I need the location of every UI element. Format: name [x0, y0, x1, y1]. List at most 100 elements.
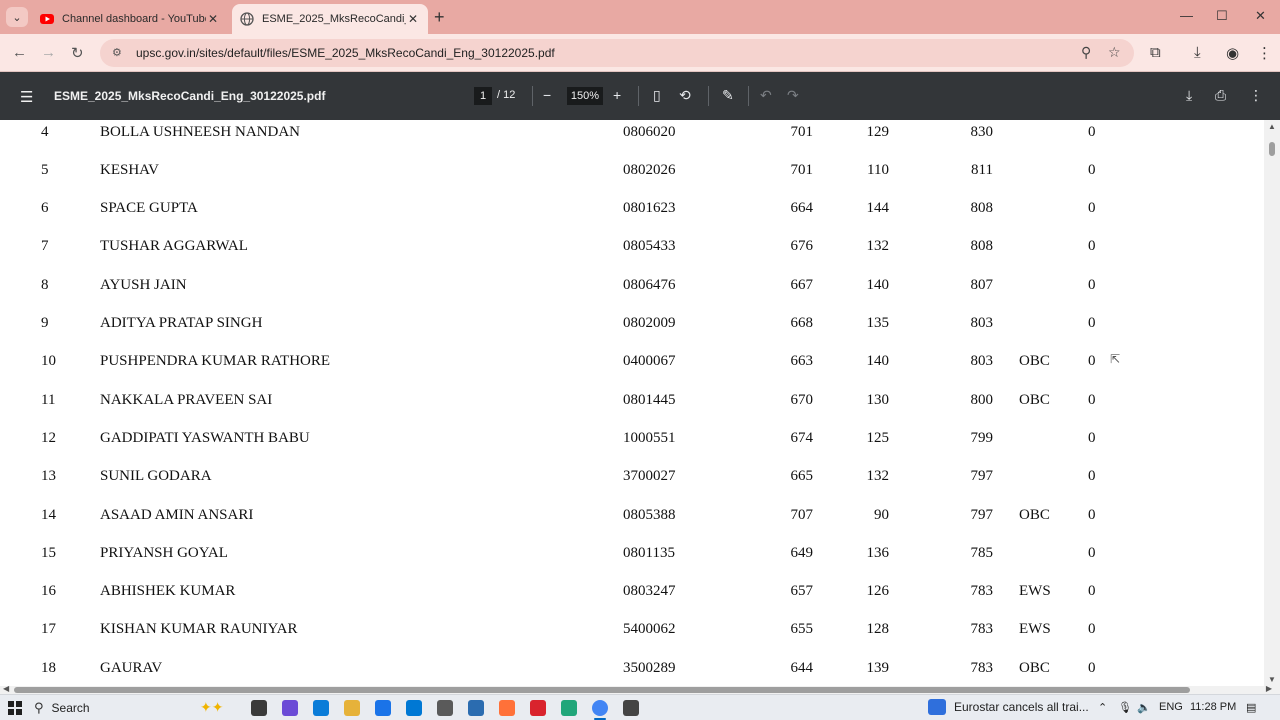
zoom-out-icon[interactable]: −: [543, 87, 551, 103]
download-icon[interactable]: ⤓: [1186, 87, 1192, 104]
print-icon[interactable]: ⎙: [1215, 87, 1226, 104]
tab-search-button[interactable]: ⌄: [6, 7, 28, 27]
zoom-level-input[interactable]: 150%: [567, 87, 603, 105]
pwd-cell: 0: [1088, 238, 1096, 254]
downloads-icon[interactable]: ⤓: [1194, 44, 1201, 61]
pwd-cell: 0: [1088, 583, 1096, 599]
zoom-in-icon[interactable]: +: [613, 87, 621, 103]
bookmark-star-icon[interactable]: ☆: [1108, 44, 1121, 61]
outlook-icon[interactable]: [375, 700, 391, 716]
copilot-icon[interactable]: [282, 700, 298, 716]
tab-youtube-studio[interactable]: Channel dashboard - YouTube Studio ✕: [32, 4, 228, 34]
interview-marks-cell: 132: [866, 468, 890, 484]
total-marks-cell: 797: [970, 507, 994, 523]
interview-marks-cell: 135: [866, 315, 890, 331]
rank-cell: 14: [41, 507, 56, 523]
sidebar-menu-icon[interactable]: ☰: [20, 88, 33, 106]
address-bar[interactable]: ⚙ upsc.gov.in/sites/default/files/ESME_2…: [100, 39, 1134, 67]
scrollbar-thumb[interactable]: [14, 687, 1190, 693]
file-explorer-icon[interactable]: [344, 700, 360, 716]
pwd-cell: 0: [1088, 621, 1096, 637]
profile-avatar[interactable]: ◉: [1226, 44, 1239, 62]
zoom-magnifier-icon[interactable]: ⚲: [1081, 44, 1091, 61]
scrollbar-thumb[interactable]: [1269, 142, 1275, 156]
chrome-icon[interactable]: [592, 700, 608, 716]
interview-marks-cell: 128: [866, 621, 890, 637]
language-indicator[interactable]: ENG: [1159, 701, 1183, 713]
url-text: upsc.gov.in/sites/default/files/ESME_202…: [136, 46, 555, 60]
taskbar-search[interactable]: ⚲ Search ✦✦: [34, 698, 234, 718]
rank-cell: 7: [41, 238, 49, 254]
rank-cell: 17: [41, 621, 56, 637]
interview-marks-cell: 132: [866, 238, 890, 254]
roll-number-cell: 0806476: [623, 277, 676, 293]
more-options-icon[interactable]: ⋮: [1249, 87, 1263, 104]
page-number-input[interactable]: 1: [474, 87, 492, 105]
settings-icon[interactable]: [623, 700, 639, 716]
windows-start-icon[interactable]: [8, 701, 22, 715]
notifications-icon[interactable]: ▤: [1246, 701, 1256, 714]
rank-cell: 13: [41, 468, 56, 484]
volume-icon[interactable]: 🔈: [1137, 701, 1151, 714]
redo-icon[interactable]: ↷: [787, 87, 799, 104]
back-icon[interactable]: ←: [12, 44, 27, 61]
undo-icon[interactable]: ↶: [760, 87, 772, 104]
pwd-cell: 0: [1088, 660, 1096, 676]
horizontal-scrollbar[interactable]: ◀ ▶: [0, 684, 1280, 694]
category-cell: EWS: [1019, 621, 1051, 637]
edge-icon[interactable]: [313, 700, 329, 716]
close-window-icon[interactable]: ✕: [1255, 8, 1266, 24]
written-marks-cell: 664: [790, 200, 814, 216]
scroll-right-icon[interactable]: ▶: [1266, 684, 1272, 693]
written-marks-cell: 657: [790, 583, 814, 599]
new-tab-button[interactable]: +: [434, 8, 445, 26]
app-icon[interactable]: [406, 700, 422, 716]
vertical-scrollbar[interactable]: ▲ ▼: [1264, 120, 1280, 686]
news-widget[interactable]: Eurostar cancels all trai...: [928, 699, 1089, 715]
interview-marks-cell: 136: [866, 545, 890, 561]
interview-marks-cell: 130: [866, 392, 890, 408]
table-row: 12 GADDIPATI YASWANTH BABU 1000551 674 125 79…: [0, 430, 1264, 450]
tab-pdf[interactable]: ESME_2025_MksRecoCandi_Eng_30122025.pdf …: [232, 4, 428, 34]
browser-menu-icon[interactable]: ⋮: [1257, 44, 1272, 62]
interview-marks-cell: 140: [866, 353, 890, 369]
total-marks-cell: 803: [970, 353, 994, 369]
app-icon[interactable]: [437, 700, 453, 716]
interview-marks-cell: 110: [867, 162, 889, 178]
microphone-icon[interactable]: 🎙: [1118, 701, 1132, 714]
scroll-left-icon[interactable]: ◀: [3, 684, 9, 693]
close-tab-icon[interactable]: ✕: [406, 12, 420, 26]
annotate-icon[interactable]: ✎: [722, 87, 734, 104]
written-marks-cell: 676: [790, 238, 814, 254]
task-view-icon[interactable]: [251, 700, 267, 716]
interview-marks-cell: 129: [866, 124, 890, 140]
firefox-icon[interactable]: [499, 700, 515, 716]
forward-icon[interactable]: →: [41, 44, 56, 61]
app-icon[interactable]: [561, 700, 577, 716]
name-cell: TUSHAR AGGARWAL: [100, 238, 248, 254]
written-marks-cell: 670: [790, 392, 814, 408]
tab-strip: ⌄ Channel dashboard - YouTube Studio ✕ E…: [0, 0, 1280, 34]
app-icon[interactable]: [468, 700, 484, 716]
reload-icon[interactable]: ↻: [71, 44, 84, 62]
pwd-cell: 0: [1088, 430, 1096, 446]
minimize-icon[interactable]: —: [1180, 8, 1193, 23]
chevron-up-icon[interactable]: ⌃: [1098, 701, 1107, 714]
pwd-cell: 0: [1088, 545, 1096, 561]
maximize-icon[interactable]: ☐: [1216, 8, 1228, 24]
roll-number-cell: 0801135: [623, 545, 675, 561]
news-icon: [928, 699, 946, 715]
scroll-up-icon[interactable]: ▲: [1268, 122, 1276, 131]
table-row: 5 KESHAV 0802026 701 110 811 0: [0, 162, 1264, 182]
rotate-icon[interactable]: ⟲: [679, 87, 691, 104]
fit-page-icon[interactable]: ▯: [653, 87, 661, 104]
pwd-cell: 0: [1088, 392, 1096, 408]
clock[interactable]: 11:28 PM: [1190, 701, 1236, 713]
scroll-down-icon[interactable]: ▼: [1268, 675, 1276, 684]
name-cell: GAURAV: [100, 660, 163, 676]
extensions-icon[interactable]: ⧉: [1150, 44, 1161, 61]
close-tab-icon[interactable]: ✕: [206, 12, 220, 26]
pwd-cell: 0: [1088, 507, 1096, 523]
opera-icon[interactable]: [530, 700, 546, 716]
site-info-icon[interactable]: ⚙: [112, 46, 126, 60]
